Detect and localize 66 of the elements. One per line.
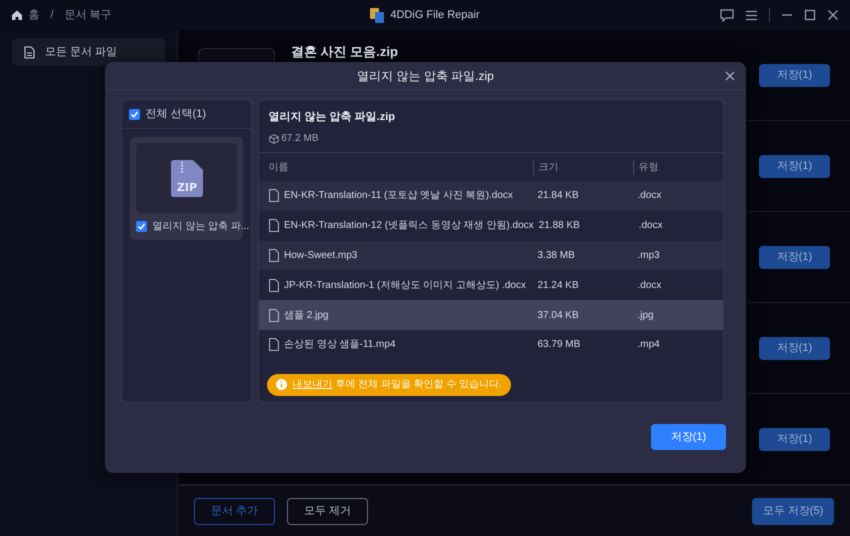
file-type: .mp4 — [636, 338, 661, 352]
archive-name: 열리지 않는 압축 파... — [152, 220, 250, 234]
checkbox[interactable] — [136, 220, 147, 232]
save-button[interactable]: 저장(1) — [759, 64, 830, 86]
file-icon — [268, 278, 278, 292]
sidebar-item[interactable]: 모든 문서 파일 — [12, 38, 165, 66]
file-size: 21.84 KB — [536, 189, 580, 204]
save-button[interactable]: 저장(1) — [759, 428, 830, 450]
breadcrumb-item[interactable]: 홈 — [28, 6, 40, 24]
select-all-label: 전체 선택(1) — [146, 106, 206, 122]
save-button[interactable]: 저장(1) — [651, 424, 726, 450]
save-button[interactable]: 저장(1) — [759, 246, 830, 268]
chat-icon[interactable] — [720, 8, 734, 22]
file-name: 샘플 2.jpg — [284, 308, 328, 323]
file-icon — [268, 308, 278, 322]
table-row[interactable]: 샘플 2.jpg 37.04 KB .jpg — [258, 300, 722, 330]
close-icon — [725, 71, 735, 82]
file-name: 손상된 영상 샘플-11.mp4 — [284, 338, 396, 352]
checkbox[interactable] — [129, 108, 140, 120]
notice-text: 내보내기 후에 전체 파일을 확인할 수 있습니다. — [292, 378, 502, 392]
home-icon[interactable] — [11, 9, 23, 21]
info-icon — [276, 379, 286, 390]
check-icon — [137, 222, 146, 230]
breadcrumb-separator: / — [50, 8, 54, 23]
maximize-icon[interactable] — [804, 9, 816, 21]
remove-all-button[interactable]: 모두 제거 — [287, 498, 368, 524]
file-type: .mp3 — [636, 248, 661, 263]
column-header: 이름 — [268, 160, 290, 174]
file-size: 3.38 MB — [536, 248, 576, 263]
save-button[interactable]: 저장(1) — [759, 336, 830, 360]
file-type: .docx — [636, 189, 662, 204]
column-header: 유형 — [632, 160, 722, 174]
breadcrumb-item[interactable]: 문서 복구 — [64, 6, 112, 24]
file-name: EN-KR-Translation-11 (포토샵 옛날 사진 복원).docx — [284, 189, 513, 204]
file-type: .docx — [638, 219, 664, 234]
menu-icon[interactable] — [745, 10, 758, 20]
table-row[interactable]: EN-KR-Translation-11 (포토샵 옛날 사진 복원).docx 21.84 KB .docx — [258, 181, 722, 211]
file-title: 결혼 사진 모음.zip — [291, 43, 398, 61]
file-size: 21.88 KB — [538, 219, 581, 234]
dialog-title: 열리지 않는 압축 파일.zip — [357, 68, 494, 84]
file-size: 37.04 KB — [536, 308, 580, 323]
zip-file-icon: ZIP — [170, 160, 202, 196]
cube-icon — [268, 134, 278, 144]
add-document-button[interactable]: 문서 추가 — [194, 498, 276, 524]
file-type: .jpg — [636, 308, 655, 323]
file-name: JP-KR-Translation-1 (저해상도 이미지 고해상도) .docx — [284, 278, 526, 293]
file-icon — [268, 248, 278, 262]
file-name: How-Sweet.mp3 — [284, 248, 358, 263]
file-name: EN-KR-Translation-12 (넷플릭스 동영상 재생 안됨).docx — [284, 219, 534, 234]
save-all-button[interactable]: 모두 저장(5) — [752, 498, 834, 524]
document-icon — [24, 46, 35, 58]
file-size: 63.79 MB — [536, 338, 582, 352]
app-logo-icon — [370, 8, 384, 22]
file-icon — [268, 219, 278, 232]
check-icon — [130, 110, 139, 118]
column-header: 크기 — [532, 160, 632, 174]
file-type: .docx — [636, 278, 662, 293]
file-icon — [268, 189, 278, 202]
close-icon[interactable] — [827, 9, 839, 21]
file-size: 21.24 KB — [536, 278, 580, 293]
table-row[interactable]: How-Sweet.mp3 3.38 MB .mp3 — [258, 240, 722, 270]
app-title: 4DDiG File Repair — [390, 8, 480, 23]
file-icon — [268, 338, 278, 352]
archive-title: 열리지 않는 압축 파일.zip — [268, 110, 396, 125]
archive-size: 67.2 MB — [281, 132, 318, 146]
save-button[interactable]: 저장(1) — [759, 154, 830, 178]
